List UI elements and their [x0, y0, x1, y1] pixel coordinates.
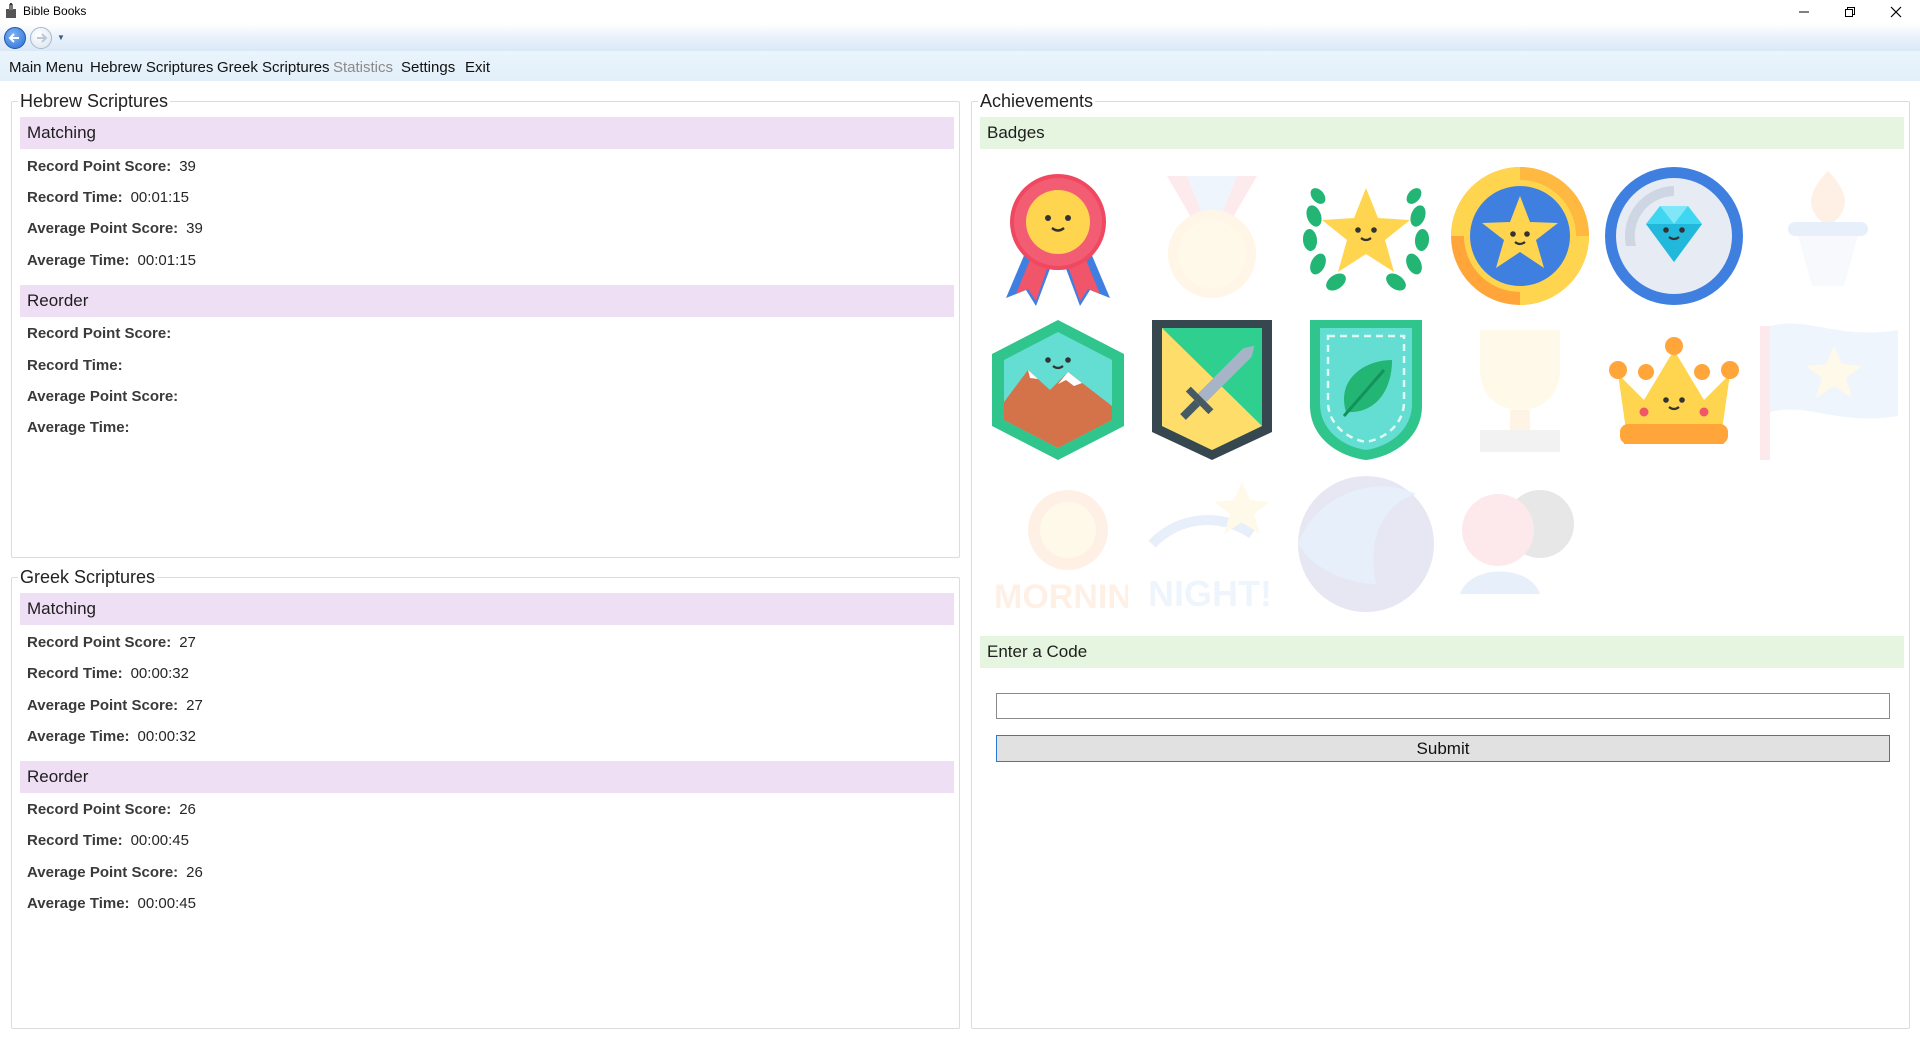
menu-settings[interactable]: Settings [401, 59, 455, 76]
trophy-icon [1450, 320, 1590, 460]
greek-reorder-average-time: Average Time: 00:00:45 [27, 895, 196, 912]
night-star-icon: NIGHT! [1142, 474, 1282, 614]
arrow-right-icon [37, 33, 48, 43]
crown-icon [1604, 320, 1744, 460]
arrow-left-icon [8, 33, 19, 43]
sword-shield-icon [1142, 320, 1282, 460]
greek-matching-average-time: Average Time: 00:00:32 [27, 728, 196, 745]
close-icon [1890, 6, 1902, 18]
hebrew-matching-header: Matching [20, 117, 954, 149]
badges-header: Badges [980, 117, 1904, 149]
torch-icon [1758, 166, 1898, 306]
greek-matching-average-score: Average Point Score: 27 [27, 697, 203, 714]
menu-hebrew-scriptures[interactable]: Hebrew Scriptures [90, 59, 213, 76]
greek-reorder-header: Reorder [20, 761, 954, 793]
greek-matching-record-time: Record Time: 00:00:32 [27, 665, 189, 682]
title-bar: Bible Books [0, 0, 1920, 24]
menu-exit[interactable]: Exit [465, 59, 490, 76]
greek-reorder-average-score: Average Point Score: 26 [27, 864, 203, 881]
morning-sun-icon: MORNING! [988, 474, 1128, 614]
svg-text:NIGHT!: NIGHT! [1148, 573, 1272, 614]
minimize-button[interactable] [1781, 0, 1827, 24]
hebrew-reorder-header: Reorder [20, 285, 954, 317]
back-button[interactable] [4, 27, 26, 49]
achievements-title: Achievements [978, 91, 1096, 111]
rosette-ribbon-icon [988, 166, 1128, 306]
menu-greek-scriptures[interactable]: Greek Scriptures [217, 59, 330, 76]
svg-text:MORNING!: MORNING! [994, 578, 1128, 614]
hebrew-matching-average-time: Average Time: 00:01:15 [27, 252, 196, 269]
hebrew-reorder-average-time: Average Time: [27, 419, 130, 436]
enter-code-header: Enter a Code [980, 636, 1904, 668]
menu-main-menu[interactable]: Main Menu [9, 59, 83, 76]
wave-globe-icon [1296, 474, 1436, 614]
greek-reorder-record-time: Record Time: 00:00:45 [27, 832, 189, 849]
star-flag-icon [1758, 320, 1898, 460]
code-input[interactable] [996, 693, 1890, 719]
hebrew-reorder-record-score: Record Point Score: [27, 325, 172, 342]
laurel-star-icon [1296, 166, 1436, 306]
mountain-hexagon-icon [988, 320, 1128, 460]
menu-statistics: Statistics [333, 59, 394, 76]
navigation-strip [0, 24, 1920, 51]
leaf-shield-icon [1296, 320, 1436, 460]
restore-icon [1845, 7, 1855, 17]
app-logo-icon [6, 3, 16, 18]
greek-scriptures-title: Greek Scriptures [18, 567, 158, 587]
history-dropdown-icon[interactable]: ▼ [57, 33, 65, 42]
hebrew-scriptures-title: Hebrew Scriptures [18, 91, 171, 111]
close-button[interactable] [1873, 0, 1919, 24]
restore-button[interactable] [1827, 0, 1873, 24]
diamond-coin-icon [1604, 166, 1744, 306]
forward-button[interactable] [30, 27, 52, 49]
window-title: Bible Books [23, 4, 87, 18]
minimize-icon [1799, 11, 1809, 13]
medal-icon [1142, 166, 1282, 306]
menu-bar: Main Menu Hebrew Scriptures Greek Script… [0, 51, 1920, 81]
greek-matching-header: Matching [20, 593, 954, 625]
hebrew-reorder-record-time: Record Time: [27, 357, 123, 374]
submit-button[interactable]: Submit [996, 735, 1890, 762]
hebrew-matching-average-score: Average Point Score: 39 [27, 220, 203, 237]
hebrew-matching-record-time: Record Time: 00:01:15 [27, 189, 189, 206]
greek-matching-record-score: Record Point Score: 27 [27, 634, 196, 651]
greek-reorder-record-score: Record Point Score: 26 [27, 801, 196, 818]
star-coin-icon [1450, 166, 1590, 306]
hug-icon [1450, 474, 1590, 614]
hebrew-reorder-average-score: Average Point Score: [27, 388, 179, 405]
hebrew-matching-record-score: Record Point Score: 39 [27, 158, 196, 175]
